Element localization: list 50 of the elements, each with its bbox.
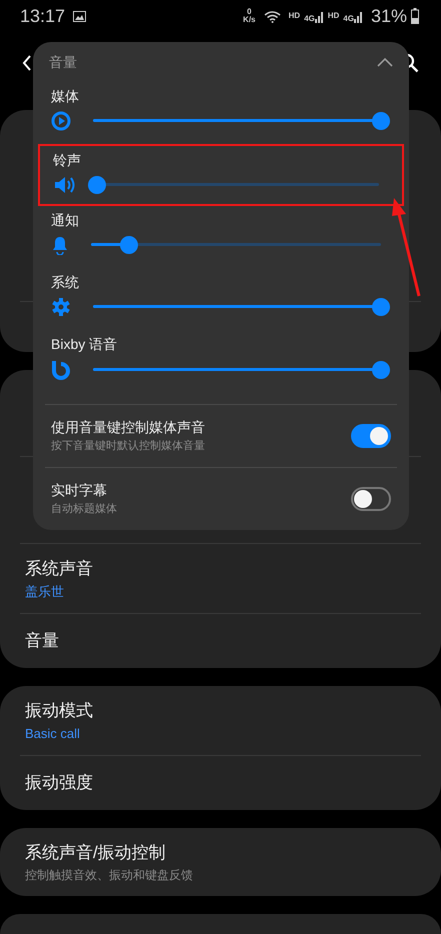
slider-label: 通知 bbox=[51, 211, 80, 230]
slider-label: 系统 bbox=[51, 273, 80, 292]
status-time: 13:17 bbox=[20, 4, 66, 28]
hd-label: HD bbox=[288, 12, 300, 20]
toggle-title: 使用音量键控制媒体声音 bbox=[51, 418, 206, 438]
settings-row[interactable]: 系统声音/振动控制 控制触摸音效、振动和键盘反馈 bbox=[20, 828, 421, 896]
panel-title: 音量 bbox=[49, 52, 77, 72]
network-label: 4G bbox=[343, 14, 354, 22]
row-title: 振动强度 bbox=[25, 772, 94, 794]
toggle-subtitle: 按下音量键时默认控制媒体音量 bbox=[51, 438, 206, 454]
row-title: 系统声音 bbox=[25, 558, 94, 580]
slider-label: 媒体 bbox=[51, 87, 80, 106]
slider-thumb[interactable] bbox=[120, 236, 138, 254]
collapse-icon[interactable] bbox=[377, 57, 393, 67]
toggle-switch[interactable] bbox=[351, 424, 391, 448]
row-title: 振动模式 bbox=[25, 700, 94, 722]
play-icon[interactable] bbox=[51, 111, 71, 131]
gear-icon[interactable] bbox=[51, 297, 71, 317]
speed-value: 0 bbox=[247, 8, 252, 16]
wifi-icon bbox=[264, 10, 280, 22]
gallery-icon bbox=[73, 10, 86, 22]
b-logo-icon[interactable] bbox=[51, 359, 71, 381]
row-title: 系统声音/振动控制 bbox=[25, 842, 167, 864]
settings-row[interactable]: 振动强度 bbox=[20, 756, 421, 810]
speaker-icon[interactable] bbox=[53, 175, 75, 195]
network-label: 4G bbox=[304, 14, 315, 22]
slider-label: Bixby 语音 bbox=[51, 335, 118, 354]
slider-thumb[interactable] bbox=[372, 112, 390, 130]
speed-unit: K/s bbox=[243, 16, 256, 24]
hd-label: HD bbox=[328, 12, 340, 20]
slider-thumb[interactable] bbox=[372, 298, 390, 316]
back-icon[interactable] bbox=[22, 55, 32, 71]
battery-icon bbox=[411, 8, 419, 24]
row-summary: Basic call bbox=[25, 724, 81, 742]
battery-level: 31% bbox=[370, 4, 407, 28]
settings-row[interactable]: 系统声音 盖乐世 bbox=[20, 544, 421, 614]
signal-icon bbox=[354, 10, 363, 22]
toggle-title: 实时字幕 bbox=[51, 481, 108, 500]
settings-row[interactable]: 音量 bbox=[20, 614, 421, 668]
toggle-switch[interactable] bbox=[351, 487, 391, 511]
slider-label: 铃声 bbox=[53, 151, 82, 170]
toggle-subtitle: 自动标题媒体 bbox=[51, 502, 118, 518]
row-title: 音量 bbox=[25, 630, 60, 652]
bell-icon[interactable] bbox=[51, 235, 69, 255]
settings-row[interactable]: 振动模式 Basic call bbox=[20, 686, 421, 756]
slider-thumb[interactable] bbox=[372, 360, 390, 378]
row-summary: 盖乐世 bbox=[25, 582, 65, 600]
slider-thumb[interactable] bbox=[88, 176, 106, 194]
row-description: 控制触摸音效、振动和键盘反馈 bbox=[25, 866, 194, 884]
signal-icon bbox=[314, 10, 324, 22]
